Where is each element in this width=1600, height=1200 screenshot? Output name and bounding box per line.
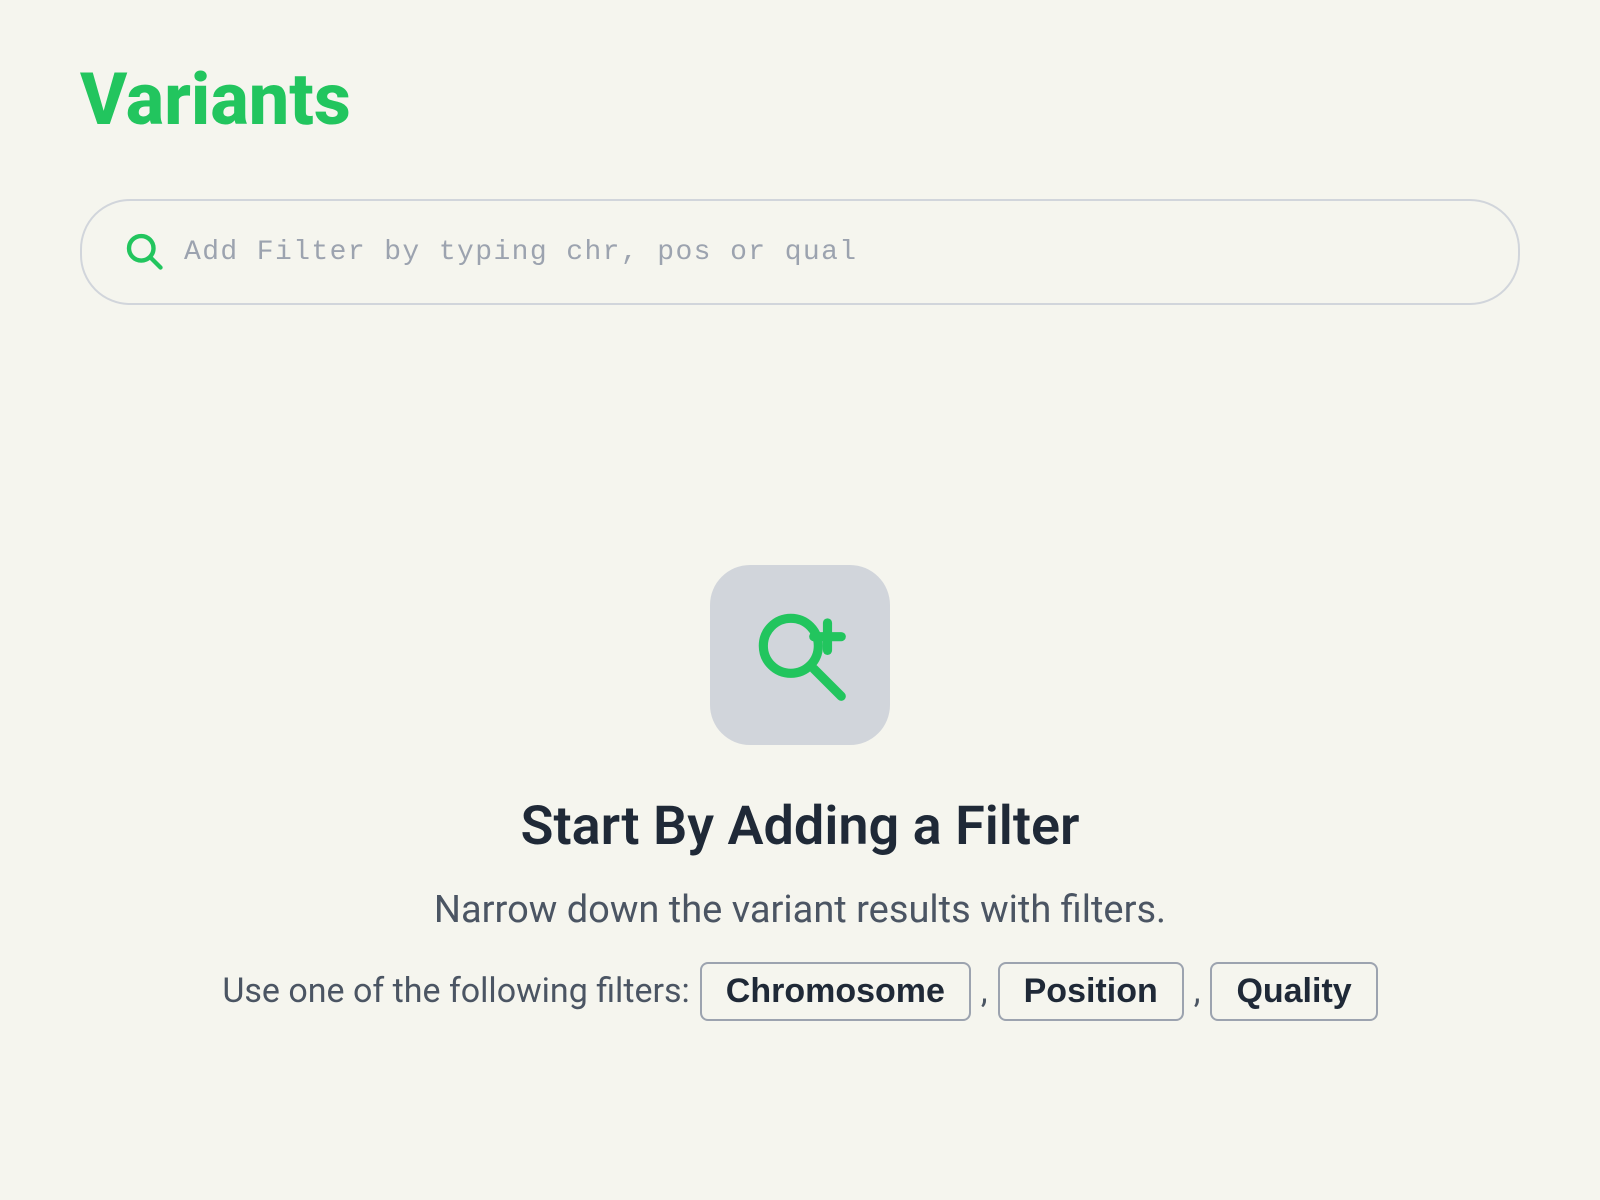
separator-1: ,: [981, 971, 988, 1011]
search-plus-icon: [710, 565, 890, 745]
search-bar[interactable]: [80, 199, 1520, 305]
empty-state-subtitle: Narrow down the variant results with fil…: [434, 888, 1166, 932]
filter-chip-position[interactable]: Position: [998, 962, 1184, 1021]
filter-chip-quality[interactable]: Quality: [1210, 962, 1377, 1021]
search-icon: [122, 229, 164, 275]
separator-2: ,: [1194, 971, 1201, 1011]
filter-prompt-text: Use one of the following filters:: [222, 971, 689, 1011]
filter-chip-chromosome[interactable]: Chromosome: [700, 962, 971, 1021]
page-title: Variants: [80, 60, 1520, 139]
search-input[interactable]: [184, 237, 1478, 268]
empty-state-title: Start By Adding a Filter: [521, 795, 1080, 858]
filter-chips-row: Use one of the following filters: Chromo…: [222, 962, 1377, 1021]
empty-state: Start By Adding a Filter Narrow down the…: [80, 445, 1520, 1140]
